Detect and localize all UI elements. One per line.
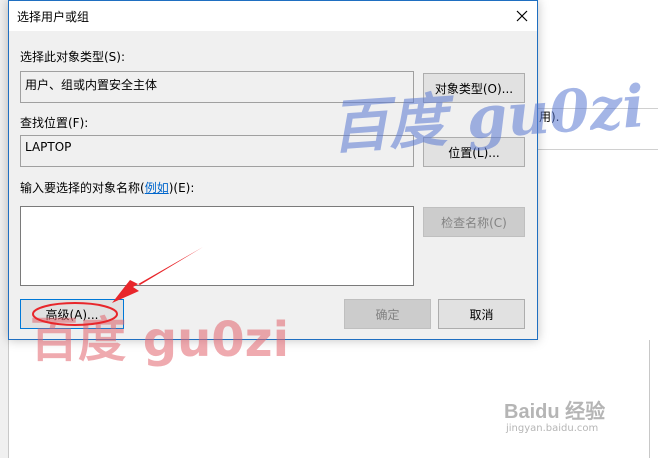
baidu-watermark: Baidu 经验 jingyan.baidu.com (504, 395, 606, 434)
location-label: 查找位置(F): (20, 116, 89, 130)
ok-button[interactable]: 确定 (344, 299, 431, 329)
close-icon (516, 10, 528, 22)
names-label-suffix: )(E): (168, 181, 195, 195)
cancel-button[interactable]: 取消 (438, 299, 525, 329)
close-button[interactable] (507, 1, 537, 31)
select-users-dialog: 选择用户或组 选择此对象类型(S): 用户、组或内置安全主体 对象类型(O)..… (8, 0, 538, 340)
baidu-url: jingyan.baidu.com (506, 423, 599, 434)
title-bar: 选择用户或组 (9, 1, 537, 31)
baidu-logo: Baidu 经验 (504, 401, 606, 423)
dialog-title: 选择用户或组 (17, 10, 90, 24)
names-label: 输入要选择的对象名称(例如)(E): (20, 179, 194, 196)
object-names-input[interactable] (20, 206, 414, 286)
examples-link[interactable]: 例如 (145, 181, 169, 195)
check-names-button[interactable]: 检查名称(C) (423, 207, 525, 237)
object-type-label: 选择此对象类型(S): (20, 50, 126, 64)
red-watermark: 百度 gu0zi (30, 312, 290, 368)
names-label-prefix: 输入要选择的对象名称( (20, 181, 145, 195)
